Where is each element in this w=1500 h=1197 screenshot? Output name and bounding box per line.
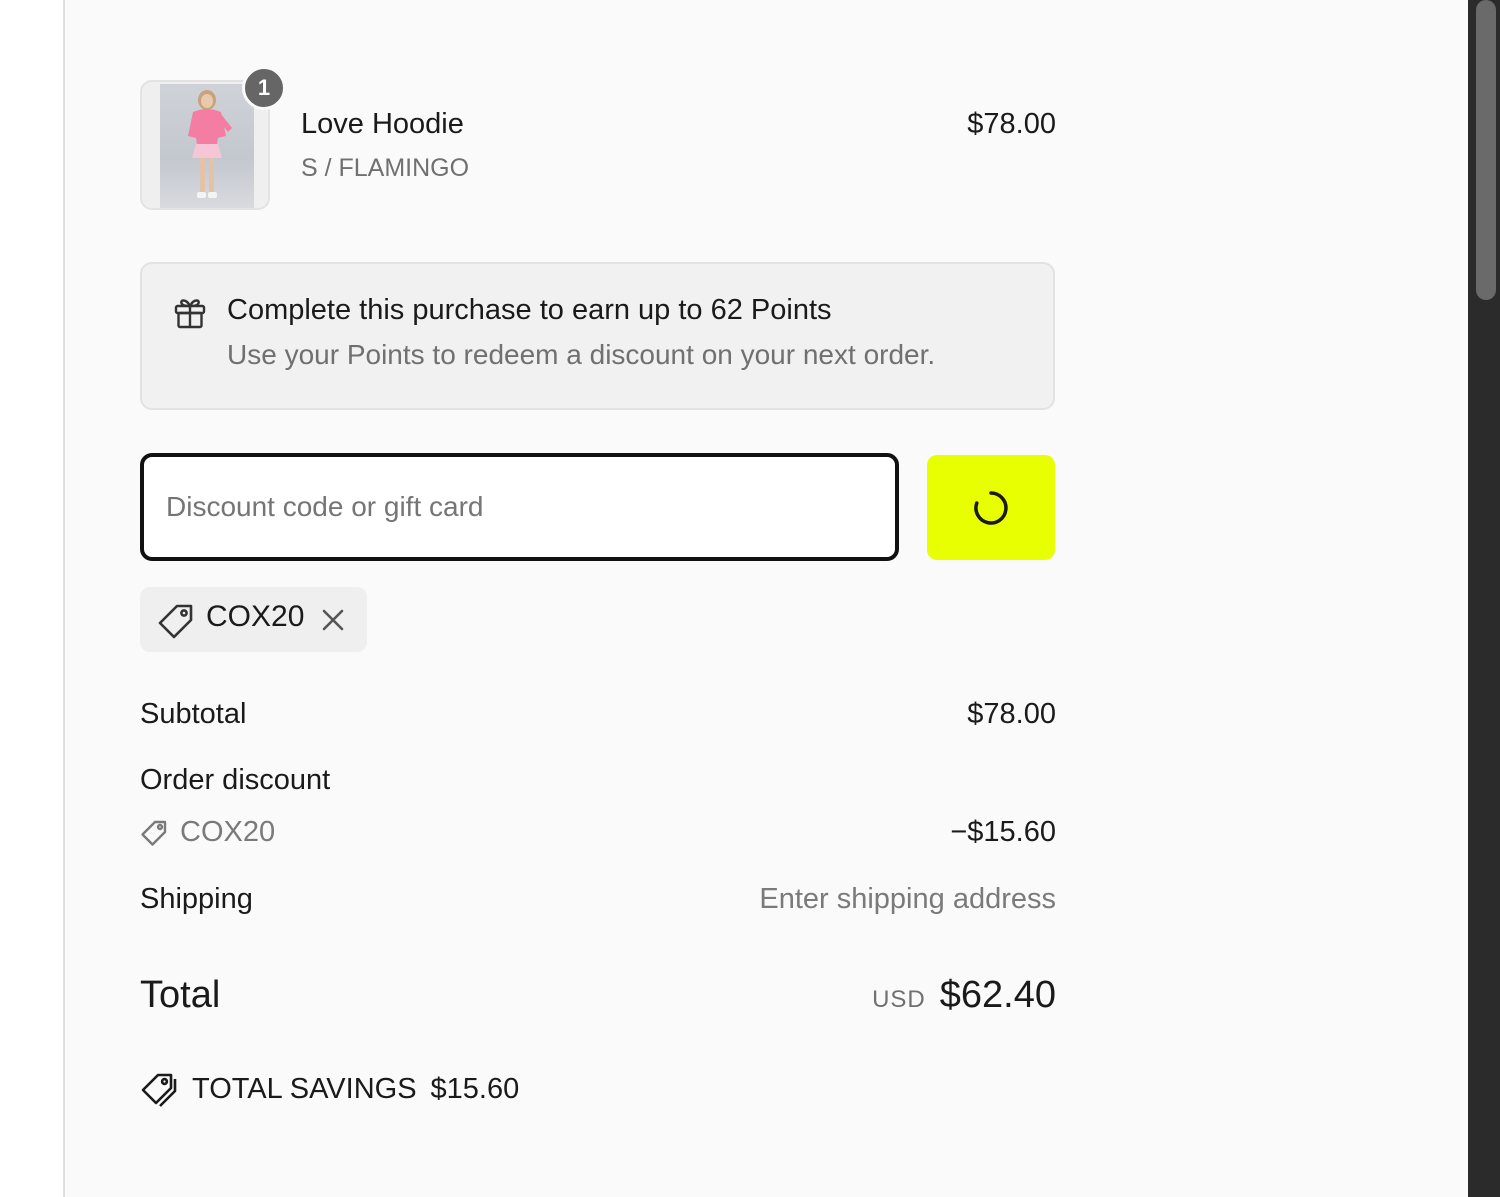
total-amount: USD $62.40 [872,974,1056,1017]
tag-icon [141,820,167,846]
shipping-label: Shipping [140,883,253,915]
total-value: $62.40 [939,974,1056,1016]
total-savings: TOTAL SAVINGS $15.60 [140,1070,519,1108]
order-discount-code: COX20 [140,816,275,849]
tags-icon [141,1073,177,1107]
total-savings-label: TOTAL SAVINGS [192,1072,417,1105]
rewards-subtitle: Use your Points to redeem a discount on … [227,339,936,370]
product-name: Love Hoodie [301,108,464,140]
scrollbar-thumb[interactable] [1476,0,1496,300]
order-discount-code-text: COX20 [180,816,276,848]
shipping-value: Enter shipping address [759,883,1056,915]
rewards-banner: Complete this purchase to earn up to 62 … [140,262,1055,410]
quantity-badge: 1 [242,66,286,110]
subtotal-value: $78.00 [967,698,1056,730]
apply-discount-button[interactable] [927,455,1055,560]
product-image [160,84,254,208]
total-savings-value: $15.60 [430,1072,520,1105]
close-icon[interactable] [318,605,348,635]
total-label: Total [140,974,221,1016]
applied-code-label: COX20 [206,600,305,633]
product-price: $78.00 [967,108,1056,140]
product-variant: S / FLAMINGO [301,154,470,182]
applied-discount-chip: COX20 [140,587,367,652]
order-discount-value: −$15.60 [950,816,1056,848]
gift-icon [174,299,206,329]
order-discount-label: Order discount [140,764,331,796]
discount-code-input[interactable] [140,453,899,561]
rewards-title: Complete this purchase to earn up to 62 … [227,294,832,326]
subtotal-label: Subtotal [140,698,247,730]
main-column-edge [0,0,63,1197]
currency-code: USD [872,986,926,1013]
spinner-icon [974,490,1008,525]
tag-icon [158,604,193,639]
checkout-page: 1 Love Hoodie S / FLAMINGO $78.00 Comple… [0,0,1500,1197]
